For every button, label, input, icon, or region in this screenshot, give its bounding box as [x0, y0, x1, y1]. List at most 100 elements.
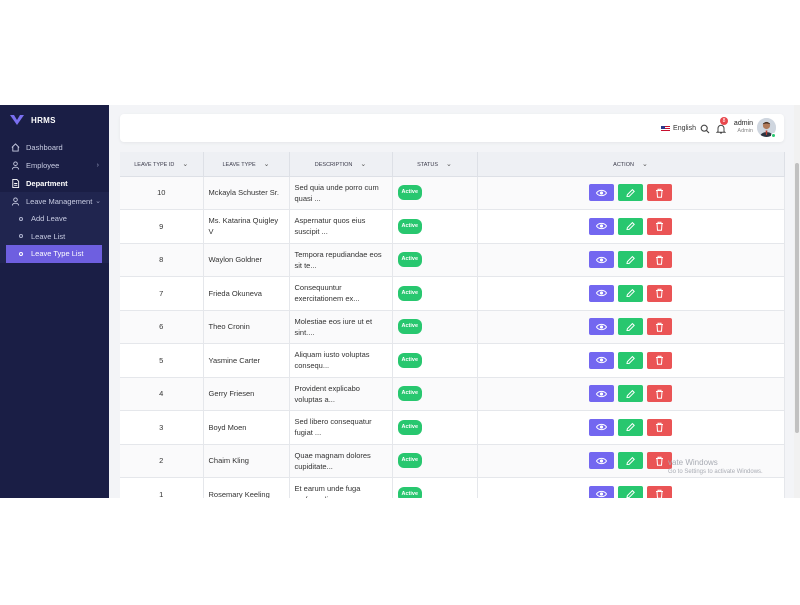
edit-button[interactable] [618, 385, 643, 403]
bell-icon[interactable] [716, 124, 726, 134]
status-cell: Active [392, 243, 478, 277]
edit-button[interactable] [618, 217, 643, 235]
leave-type-id: 8 [120, 243, 204, 277]
status-cell: Active [392, 310, 478, 344]
table-row: 10 Mckayla Schuster Sr. Sed quia unde porr… [120, 176, 785, 210]
status-badge: Active [397, 252, 423, 268]
action-cell [477, 243, 785, 277]
delete-button[interactable] [647, 485, 672, 498]
leave-type-id: 3 [120, 410, 204, 445]
sidebar-subitem-label: Leave List [31, 231, 66, 241]
delete-button[interactable] [647, 251, 672, 269]
edit-button[interactable] [618, 318, 643, 336]
edit-button[interactable] [618, 184, 643, 202]
sidebar-item-leave-management[interactable]: Leave Management ⌄ [0, 192, 109, 210]
status-badge: Active [397, 453, 423, 469]
sidebar-subitem-label: Leave Type List [31, 249, 84, 259]
sidebar-item-employee[interactable]: Employee › [0, 156, 109, 174]
chevron-down-icon: ⌄ [360, 160, 367, 168]
user-name[interactable]: admin [734, 120, 753, 128]
view-button[interactable] [589, 351, 614, 369]
edit-button[interactable] [618, 418, 643, 436]
delete-button[interactable] [647, 184, 672, 202]
view-button[interactable] [589, 217, 614, 235]
sidebar-item-leave-list[interactable]: Leave List [6, 228, 103, 246]
sidebar-subitem-label: Add Leave [31, 214, 67, 224]
vertical-scrollbar[interactable] [794, 105, 800, 498]
edit-button[interactable] [618, 251, 643, 269]
edit-button[interactable] [618, 485, 643, 498]
view-button[interactable] [589, 452, 614, 470]
column-header-label: DESCRIPTION [314, 161, 353, 168]
status-badge: Active [397, 486, 423, 498]
leave-type-id: 6 [120, 310, 204, 344]
leave-type-id: 5 [120, 343, 204, 378]
status-badge: Active [397, 185, 423, 201]
delete-button[interactable] [647, 318, 672, 336]
brand[interactable]: HRMS [0, 105, 109, 135]
table-row: 8 Waylon Goldner Tempora repudiandae eos s… [120, 243, 785, 277]
action-cell [477, 377, 785, 411]
view-button[interactable] [589, 318, 614, 336]
table-row: 9 Ms. Katarina Quigley V Aspernatur quos e… [120, 209, 785, 244]
column-header-type[interactable]: LEAVE TYPE ⌄ [203, 152, 290, 177]
chevron-down-icon: ⌄ [641, 160, 648, 168]
sidebar-item-dashboard[interactable]: Dashboard [0, 138, 109, 156]
delete-button[interactable] [647, 385, 672, 403]
status-badge: Active [397, 419, 423, 435]
view-button[interactable] [589, 485, 614, 498]
language-selector[interactable]: English [661, 125, 696, 132]
action-cell [477, 176, 785, 210]
leave-submenu: Add Leave Leave List Leave Type List [0, 210, 109, 263]
column-header-description[interactable]: DESCRIPTION ⌄ [289, 152, 393, 177]
online-status-dot [771, 133, 776, 138]
edit-button[interactable] [618, 284, 643, 302]
circle-icon [19, 216, 23, 221]
sidebar-item-label: Department [26, 178, 68, 188]
column-header-action[interactable]: ACTION ⌄ [477, 152, 785, 177]
table-row: 3 Boyd Moen Sed libero consequatur fugiat … [120, 410, 785, 445]
user-icon [11, 160, 20, 170]
view-button[interactable] [589, 184, 614, 202]
home-icon [11, 142, 20, 152]
delete-button[interactable] [647, 351, 672, 369]
leave-type-description: Aliquam iusto voluptas consequ... [289, 343, 393, 378]
chevron-right-icon: › [96, 161, 99, 169]
leave-type-name: Mckayla Schuster Sr. [203, 176, 290, 210]
status-cell: Active [392, 176, 478, 210]
view-button[interactable] [589, 284, 614, 302]
view-button[interactable] [589, 385, 614, 403]
view-button[interactable] [589, 251, 614, 269]
delete-button[interactable] [647, 217, 672, 235]
action-cell [477, 410, 785, 445]
column-header-id[interactable]: LEAVE TYPE ID ⌄ [120, 152, 204, 177]
sidebar-item-leave-type-list[interactable]: Leave Type List [6, 245, 102, 263]
windows-activation-hint: Go to Settings to activate Windows. [668, 469, 763, 475]
logo-icon [10, 115, 24, 125]
circle-icon [19, 251, 23, 256]
sidebar: HRMS Dashboard Employee › Department Lea… [0, 105, 109, 498]
delete-button[interactable] [647, 418, 672, 436]
column-header-status[interactable]: STATUS ⌄ [392, 152, 478, 177]
action-cell [477, 343, 785, 378]
table-row: 5 Yasmine Carter Aliquam iusto voluptas co… [120, 343, 785, 378]
view-button[interactable] [589, 418, 614, 436]
search-icon[interactable] [700, 124, 710, 134]
sidebar-item-add-leave[interactable]: Add Leave [6, 210, 103, 228]
delete-button[interactable] [647, 284, 672, 302]
sidebar-item-label: Dashboard [26, 142, 63, 152]
status-badge: Active [397, 319, 423, 335]
edit-button[interactable] [618, 452, 643, 470]
scrollbar-thumb[interactable] [795, 163, 799, 433]
user-role: Admin [737, 128, 753, 134]
user-icon [11, 196, 20, 206]
language-label: English [673, 125, 696, 132]
edit-button[interactable] [618, 351, 643, 369]
sidebar-item-department[interactable]: Department [0, 174, 109, 192]
chevron-down-icon: ⌄ [95, 198, 101, 205]
leave-type-description: Aspernatur quos eius suscipit ... [289, 209, 393, 244]
leave-type-table-card: LEAVE TYPE ID ⌄ LEAVE TYPE ⌄ DESCRIPTION ⌄ … [120, 152, 785, 498]
leave-type-name: Rosemary Keeling [203, 477, 290, 498]
app-name: HRMS [31, 115, 56, 125]
leave-type-name: Boyd Moen [203, 410, 290, 445]
